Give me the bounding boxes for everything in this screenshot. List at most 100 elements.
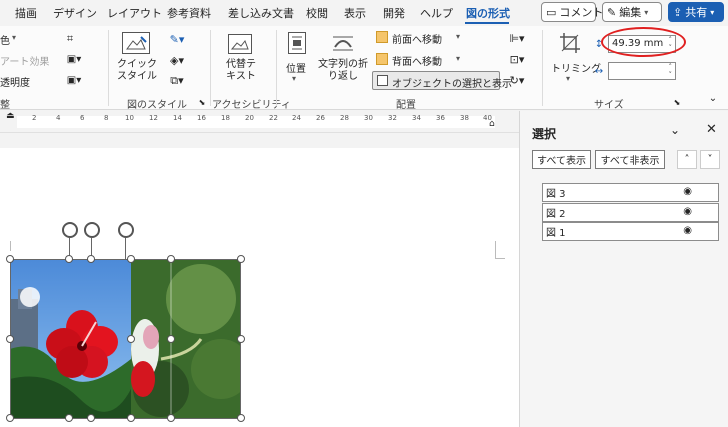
chevron-down-icon: ▾ [710, 7, 715, 17]
selection-pane-button[interactable]: オブジェクトの選択と表示 [372, 71, 512, 90]
resize-handle[interactable] [237, 335, 245, 343]
tab-references[interactable]: 参考資料 [167, 5, 211, 21]
resize-handle[interactable] [127, 255, 135, 263]
width-icon: ↔ [594, 65, 604, 77]
show-all-button[interactable]: すべて表示 [532, 150, 591, 169]
selection-frame [10, 259, 241, 419]
bring-forward-button[interactable]: 前面へ移動 [392, 31, 442, 46]
selection-item-3[interactable]: 図 3 ◉ [542, 183, 719, 202]
move-down-icon[interactable]: ˅ [700, 150, 720, 169]
tab-developer[interactable]: 開発 [383, 5, 405, 21]
send-backward-button[interactable]: 背面へ移動 [392, 53, 442, 68]
ruler-tick-label: 20 [245, 114, 254, 122]
accessibility-group-label: アクセシビリティ [212, 100, 291, 111]
ruler-tick-label: 36 [436, 114, 445, 122]
rotate-handle-icon[interactable] [118, 222, 134, 238]
alt-text-label: 代替テ キスト [226, 59, 256, 82]
pen-icon: ✎ [607, 5, 617, 19]
right-indent-marker-icon[interactable]: ⌂ [489, 119, 495, 129]
selection-item-1[interactable]: 図 1 ◉ [542, 222, 719, 241]
resize-handle[interactable] [6, 255, 14, 263]
resize-handle[interactable] [87, 414, 95, 422]
ruler-tick-label: 8 [104, 114, 109, 122]
ruler-tick-label: 30 [364, 114, 373, 122]
ruler-tick-label: 34 [412, 114, 421, 122]
collapse-ribbon-icon[interactable]: ⌄ [706, 92, 720, 104]
share-button[interactable]: ⇪ 共有 ▾ [668, 2, 724, 22]
resize-handle[interactable] [237, 414, 245, 422]
transparency-button[interactable]: 透明度 [0, 74, 30, 89]
crop-icon[interactable] [558, 32, 582, 54]
spinner-icon[interactable]: ˄ ˅ [669, 63, 673, 79]
tab-mailings[interactable]: 差し込み文書 [228, 5, 294, 21]
send-backward-icon [376, 53, 388, 65]
indent-marker-icon[interactable]: ⏏ [6, 111, 15, 121]
tab-review[interactable]: 校閲 [306, 5, 328, 21]
picture-effects-icon[interactable]: ◈▾ [164, 52, 190, 68]
picture-border-icon[interactable]: ✎▾ [164, 31, 190, 47]
share-icon: ⇪ [673, 5, 683, 19]
selection-item-2[interactable]: 図 2 ◉ [542, 203, 719, 222]
resize-handle[interactable] [167, 414, 175, 422]
edit-button[interactable]: ✎ 編集 ▾ [602, 2, 662, 22]
align-icon[interactable]: ⊫▾ [506, 30, 528, 46]
resize-handle[interactable] [87, 255, 95, 263]
reset-picture-icon[interactable]: ▣▾ [63, 73, 85, 87]
eye-icon[interactable]: ◉ [683, 225, 692, 236]
dialog-launcher-icon[interactable]: ⬊ [197, 97, 207, 107]
resize-handle[interactable] [127, 414, 135, 422]
ruler-tick-label: 2 [32, 114, 37, 122]
close-icon[interactable]: ✕ [706, 122, 717, 137]
resize-handle[interactable] [167, 335, 175, 343]
share-label: 共有 [685, 6, 708, 19]
comment-icon: ▭ [546, 5, 557, 19]
ruler-tick-label: 4 [56, 114, 61, 122]
resize-handle[interactable] [65, 255, 73, 263]
tab-design[interactable]: デザイン [53, 5, 97, 21]
picture-layout-icon[interactable]: ⧉▾ [164, 73, 190, 89]
width-input[interactable]: ˄ ˅ [608, 62, 676, 80]
tab-picture-format[interactable]: 図の形式 [466, 5, 510, 21]
tab-layout[interactable]: レイアウト [107, 5, 162, 21]
eye-icon[interactable]: ◉ [683, 206, 692, 217]
selection-item-label: 図 3 [546, 189, 566, 200]
resize-handle[interactable] [6, 335, 14, 343]
chevron-down-icon: ▾ [12, 33, 17, 42]
ruler-tick-label: 26 [316, 114, 325, 122]
comment-button[interactable]: ▭ コメント [541, 2, 603, 22]
ruler-tick-label: 24 [292, 114, 301, 122]
color-button[interactable]: 色 [0, 32, 10, 47]
rotate-icon[interactable]: ↻▾ [506, 72, 528, 88]
dialog-launcher-icon[interactable]: ⬊ [672, 97, 682, 107]
horizontal-ruler: ⏏ 2 4 6 8 10 12 14 16 18 20 22 24 26 28 … [0, 111, 519, 133]
selection-item-label: 図 2 [546, 209, 566, 220]
chevron-down-icon: ▾ [456, 54, 461, 63]
resize-handle[interactable] [237, 255, 245, 263]
hide-all-button[interactable]: すべて非表示 [595, 150, 665, 169]
rotate-handle-icon[interactable] [62, 222, 78, 238]
selection-pane: 選択 ⌄ ✕ すべて表示 すべて非表示 ˄ ˅ [519, 111, 728, 427]
rotate-handle-icon[interactable] [84, 222, 100, 238]
chevron-down-icon[interactable]: ⌄ [670, 123, 680, 137]
resize-handle[interactable] [6, 414, 14, 422]
tab-draw[interactable]: 描画 [15, 5, 37, 21]
eye-icon[interactable]: ◉ [683, 186, 692, 197]
adjust-group-label: 整 [0, 100, 10, 111]
move-up-icon[interactable]: ˄ [677, 150, 697, 169]
change-picture-icon[interactable]: ▣▾ [63, 52, 85, 66]
ruler-tick-label: 22 [269, 114, 278, 122]
size-group-label: サイズ [594, 100, 624, 111]
position-icon[interactable] [288, 32, 306, 54]
tab-help[interactable]: ヘルプ [420, 5, 453, 21]
quick-styles-icon[interactable] [122, 32, 150, 54]
ruler-tick-label: 10 [125, 114, 134, 122]
alt-text-icon[interactable] [228, 34, 252, 54]
tab-view[interactable]: 表示 [344, 5, 366, 21]
resize-handle[interactable] [65, 414, 73, 422]
resize-handle[interactable] [167, 255, 175, 263]
quick-styles-label: クイック スタイル [117, 59, 157, 82]
resize-handle[interactable] [127, 335, 135, 343]
wrap-text-icon[interactable] [331, 32, 355, 54]
group-icon[interactable]: ⊡▾ [506, 51, 528, 67]
compress-icon[interactable]: ⌗ [63, 32, 77, 46]
